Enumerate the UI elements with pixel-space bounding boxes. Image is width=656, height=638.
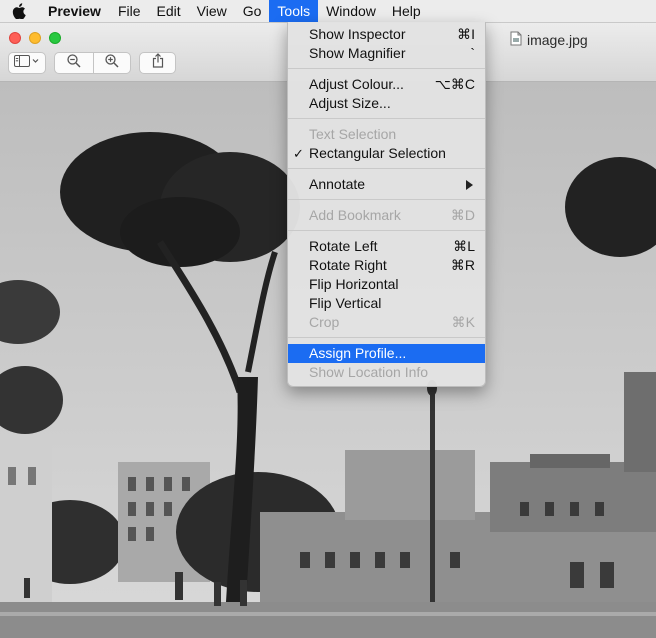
menu-item-adjust-colour[interactable]: Adjust Colour... ⌥⌘C bbox=[288, 75, 485, 94]
checkmark-icon: ✓ bbox=[293, 146, 304, 161]
menu-separator bbox=[288, 68, 485, 69]
menu-item-label: Show Magnifier bbox=[309, 45, 406, 61]
menu-item-shortcut: ⌘D bbox=[450, 207, 475, 223]
zoom-out-button[interactable] bbox=[54, 52, 94, 74]
menu-item-text-selection: Text Selection bbox=[288, 125, 485, 144]
close-window-button[interactable] bbox=[9, 32, 21, 44]
menu-bar: Preview File Edit View Go Tools Window H… bbox=[0, 0, 656, 23]
share-icon bbox=[152, 53, 164, 73]
menu-separator bbox=[288, 230, 485, 231]
menu-item-label: Show Inspector bbox=[309, 26, 406, 42]
window-title-text: image.jpg bbox=[527, 32, 588, 48]
submenu-arrow-icon bbox=[466, 180, 473, 190]
menu-item-label: Rectangular Selection bbox=[309, 145, 446, 161]
zoom-out-icon bbox=[67, 53, 81, 73]
menu-item-show-magnifier[interactable]: Show Magnifier ` bbox=[288, 44, 485, 63]
menu-item-add-bookmark: Add Bookmark ⌘D bbox=[288, 206, 485, 225]
menu-item-label: Text Selection bbox=[309, 126, 397, 142]
menu-edit[interactable]: Edit bbox=[149, 0, 189, 22]
menu-separator bbox=[288, 199, 485, 200]
menu-help[interactable]: Help bbox=[384, 0, 429, 22]
menu-item-assign-profile[interactable]: Assign Profile... bbox=[288, 344, 485, 363]
menu-separator bbox=[288, 168, 485, 169]
menu-item-label: Flip Vertical bbox=[309, 295, 382, 311]
menu-item-label: Rotate Right bbox=[309, 257, 387, 273]
document-icon bbox=[510, 31, 522, 49]
zoom-in-icon bbox=[105, 53, 119, 73]
menu-item-label: Adjust Colour... bbox=[309, 76, 404, 92]
menu-item-adjust-size[interactable]: Adjust Size... bbox=[288, 94, 485, 113]
sidebar-toggle-icon bbox=[14, 54, 40, 72]
maximize-window-button[interactable] bbox=[49, 32, 61, 44]
menu-item-label: Annotate bbox=[309, 176, 366, 192]
tools-menu-dropdown: Show Inspector ⌘I Show Magnifier ` Adjus… bbox=[287, 22, 486, 387]
menu-item-shortcut: ⌘R bbox=[450, 257, 475, 273]
menu-item-label: Crop bbox=[309, 314, 340, 330]
menu-item-flip-horizontal[interactable]: Flip Horizontal bbox=[288, 275, 485, 294]
menu-item-shortcut: ⌥⌘C bbox=[434, 76, 475, 92]
menu-item-label: Add Bookmark bbox=[309, 207, 401, 223]
menu-item-label: Show Location Info bbox=[309, 364, 429, 380]
zoom-in-button[interactable] bbox=[93, 52, 131, 74]
menu-go[interactable]: Go bbox=[235, 0, 270, 22]
minimize-window-button[interactable] bbox=[29, 32, 41, 44]
menu-item-label: Rotate Left bbox=[309, 238, 378, 254]
menu-app-preview[interactable]: Preview bbox=[38, 0, 110, 22]
apple-logo-icon[interactable] bbox=[0, 0, 38, 22]
window-title: image.jpg bbox=[510, 31, 588, 49]
menu-item-shortcut: ` bbox=[470, 45, 475, 61]
sidebar-toggle-button[interactable] bbox=[8, 52, 46, 74]
menu-item-shortcut: ⌘K bbox=[451, 314, 475, 330]
menu-item-label: Assign Profile... bbox=[309, 345, 407, 361]
menu-item-label: Flip Horizontal bbox=[309, 276, 399, 292]
menu-separator bbox=[288, 337, 485, 338]
menu-item-label: Adjust Size... bbox=[309, 95, 391, 111]
menu-item-rotate-left[interactable]: Rotate Left ⌘L bbox=[288, 237, 485, 256]
menu-item-shortcut: ⌘L bbox=[453, 238, 475, 254]
menu-item-rotate-right[interactable]: Rotate Right ⌘R bbox=[288, 256, 485, 275]
menu-file[interactable]: File bbox=[110, 0, 149, 22]
menu-separator bbox=[288, 118, 485, 119]
menu-item-show-inspector[interactable]: Show Inspector ⌘I bbox=[288, 25, 485, 44]
menu-window[interactable]: Window bbox=[318, 0, 384, 22]
menu-item-crop: Crop ⌘K bbox=[288, 313, 485, 332]
menu-item-shortcut: ⌘I bbox=[457, 26, 475, 42]
menu-item-rectangular-selection[interactable]: ✓ Rectangular Selection bbox=[288, 144, 485, 163]
menu-item-show-location-info: Show Location Info bbox=[288, 363, 485, 382]
menu-view[interactable]: View bbox=[189, 0, 235, 22]
share-button[interactable] bbox=[139, 52, 176, 74]
menu-tools[interactable]: Tools bbox=[269, 0, 319, 22]
menu-item-annotate[interactable]: Annotate bbox=[288, 175, 485, 194]
menu-item-flip-vertical[interactable]: Flip Vertical bbox=[288, 294, 485, 313]
